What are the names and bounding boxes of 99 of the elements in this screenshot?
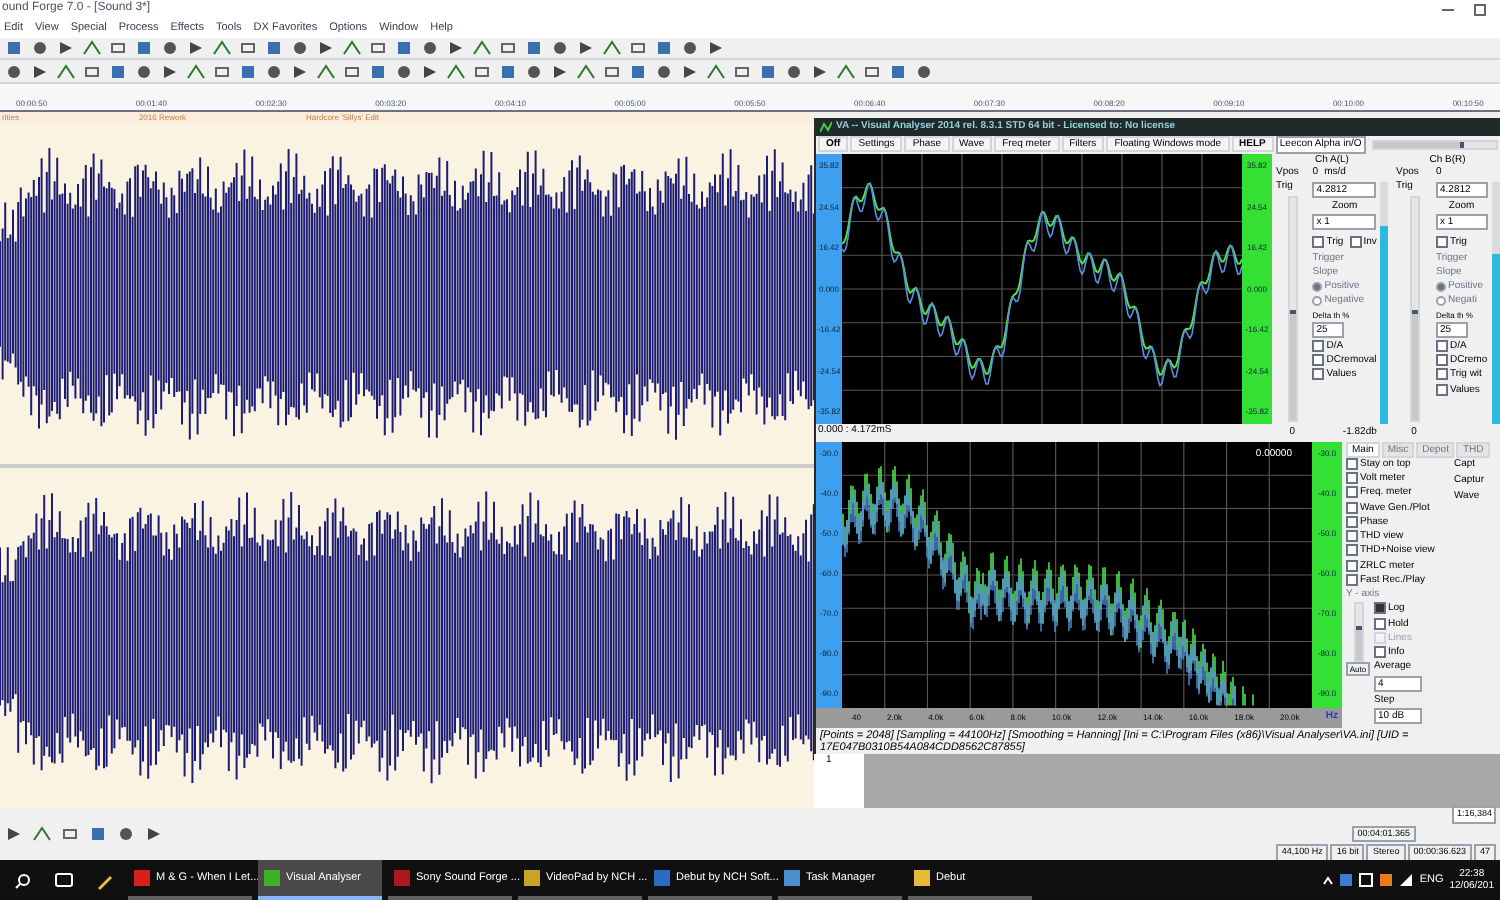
toolbar-icon[interactable] xyxy=(4,61,24,82)
checkbox[interactable] xyxy=(1374,646,1386,659)
toolbar-icon[interactable] xyxy=(238,38,258,59)
toolbar-icon[interactable] xyxy=(706,61,726,82)
app-icon xyxy=(820,121,832,134)
toolbar-icon[interactable] xyxy=(758,61,778,82)
toolbar-icon[interactable] xyxy=(56,61,76,82)
toolbar-icon[interactable] xyxy=(82,38,102,59)
toolbar-icon[interactable] xyxy=(394,61,414,82)
toolbar-icon[interactable] xyxy=(680,61,700,82)
checkbox[interactable] xyxy=(1346,530,1358,543)
toolbar-icon[interactable] xyxy=(862,61,882,82)
checkbox[interactable] xyxy=(1346,544,1358,557)
toolbar-icon[interactable] xyxy=(186,38,206,59)
toolbar-icon[interactable] xyxy=(550,38,570,59)
checkbox[interactable] xyxy=(1374,617,1386,630)
checkbox[interactable] xyxy=(1436,236,1448,249)
toolbar-icon[interactable] xyxy=(368,61,388,82)
checkbox[interactable] xyxy=(1346,515,1358,528)
slider-fill[interactable] xyxy=(1355,626,1361,661)
toolbar-icon[interactable] xyxy=(108,61,128,82)
toolbar-icon[interactable] xyxy=(654,38,674,59)
checkbox[interactable] xyxy=(1346,486,1358,499)
checkbox[interactable] xyxy=(1374,602,1386,615)
slider-fill[interactable] xyxy=(1289,309,1296,421)
toolbar-icon[interactable] xyxy=(368,38,388,59)
toolbar-icon[interactable] xyxy=(524,61,544,82)
toolbar-icon[interactable] xyxy=(498,38,518,59)
checkbox[interactable] xyxy=(1346,472,1358,485)
toolbar-icon[interactable] xyxy=(602,38,622,59)
toolbar-icon[interactable] xyxy=(56,38,76,59)
search-icon[interactable] xyxy=(14,871,32,889)
toolbar-icon[interactable] xyxy=(498,61,518,82)
radio-button[interactable] xyxy=(1312,295,1323,306)
toolbar-icon[interactable] xyxy=(706,38,726,59)
toolbar-icon[interactable] xyxy=(82,61,102,82)
toolbar-icon[interactable] xyxy=(472,61,492,82)
toolbar-icon[interactable] xyxy=(836,61,856,82)
pencil-icon[interactable] xyxy=(96,871,114,889)
toolbar-icon[interactable] xyxy=(134,38,154,59)
toolbar-icon[interactable] xyxy=(394,38,414,59)
toolbar-icon[interactable] xyxy=(576,38,596,59)
toolbar-icon[interactable] xyxy=(238,61,258,82)
slider-fill[interactable] xyxy=(1411,309,1417,421)
toolbar-icon[interactable] xyxy=(914,61,934,82)
toolbar-icon[interactable] xyxy=(628,38,648,59)
toolbar-icon[interactable] xyxy=(680,38,700,59)
checkbox[interactable] xyxy=(1436,354,1448,367)
toolbar-icon[interactable] xyxy=(212,38,232,59)
toolbar-icon[interactable] xyxy=(524,38,544,59)
checkbox[interactable] xyxy=(1346,559,1358,572)
checkbox[interactable] xyxy=(1346,573,1358,586)
toolbar-icon[interactable] xyxy=(342,38,362,59)
slider-fill[interactable] xyxy=(1373,141,1465,148)
toolbar-icon[interactable] xyxy=(160,61,180,82)
toolbar-icon[interactable] xyxy=(290,61,310,82)
checkbox[interactable] xyxy=(1312,236,1325,249)
radio-button[interactable] xyxy=(1436,281,1446,292)
checkbox[interactable] xyxy=(1436,383,1448,396)
toolbar-icon[interactable] xyxy=(420,38,440,59)
toolbar-icon[interactable] xyxy=(264,38,284,59)
checkbox[interactable] xyxy=(1312,368,1325,381)
toolbar-icon[interactable] xyxy=(264,61,284,82)
checkbox[interactable] xyxy=(1436,368,1448,381)
toolbar-icon[interactable] xyxy=(186,61,206,82)
toolbar-icon[interactable] xyxy=(4,38,24,59)
checkbox[interactable] xyxy=(1436,339,1448,352)
toolbar-icon[interactable] xyxy=(316,61,336,82)
toolbar-icon[interactable] xyxy=(784,61,804,82)
minimize-icon[interactable] xyxy=(1442,3,1454,16)
maximize-icon[interactable] xyxy=(1474,3,1486,16)
toolbar-icon[interactable] xyxy=(420,61,440,82)
radio-button[interactable] xyxy=(1436,295,1446,306)
toolbar-icon[interactable] xyxy=(134,61,154,82)
toolbar-icon[interactable] xyxy=(446,61,466,82)
toolbar-icon[interactable] xyxy=(576,61,596,82)
checkbox[interactable] xyxy=(1346,501,1358,514)
checkbox[interactable] xyxy=(1312,354,1325,367)
toolbar-icon[interactable] xyxy=(732,61,752,82)
toolbar-icon[interactable] xyxy=(810,61,830,82)
toolbar-icon[interactable] xyxy=(628,61,648,82)
toolbar-icon[interactable] xyxy=(316,38,336,59)
toolbar-icon[interactable] xyxy=(446,38,466,59)
toolbar-icon[interactable] xyxy=(602,61,622,82)
toolbar-icon[interactable] xyxy=(212,61,232,82)
toolbar-icon[interactable] xyxy=(342,61,362,82)
toolbar-icon[interactable] xyxy=(30,61,50,82)
checkbox[interactable] xyxy=(1312,339,1325,352)
toolbar-icon[interactable] xyxy=(30,38,50,59)
toolbar-icon[interactable] xyxy=(108,38,128,59)
task-view-icon[interactable] xyxy=(54,872,74,888)
toolbar-icon[interactable] xyxy=(472,38,492,59)
radio-button[interactable] xyxy=(1312,281,1323,292)
toolbar-icon[interactable] xyxy=(160,38,180,59)
toolbar-icon[interactable] xyxy=(550,61,570,82)
toolbar-icon[interactable] xyxy=(290,38,310,59)
checkbox[interactable] xyxy=(1349,236,1362,249)
toolbar-icon[interactable] xyxy=(888,61,908,82)
toolbar-icon[interactable] xyxy=(654,61,674,82)
